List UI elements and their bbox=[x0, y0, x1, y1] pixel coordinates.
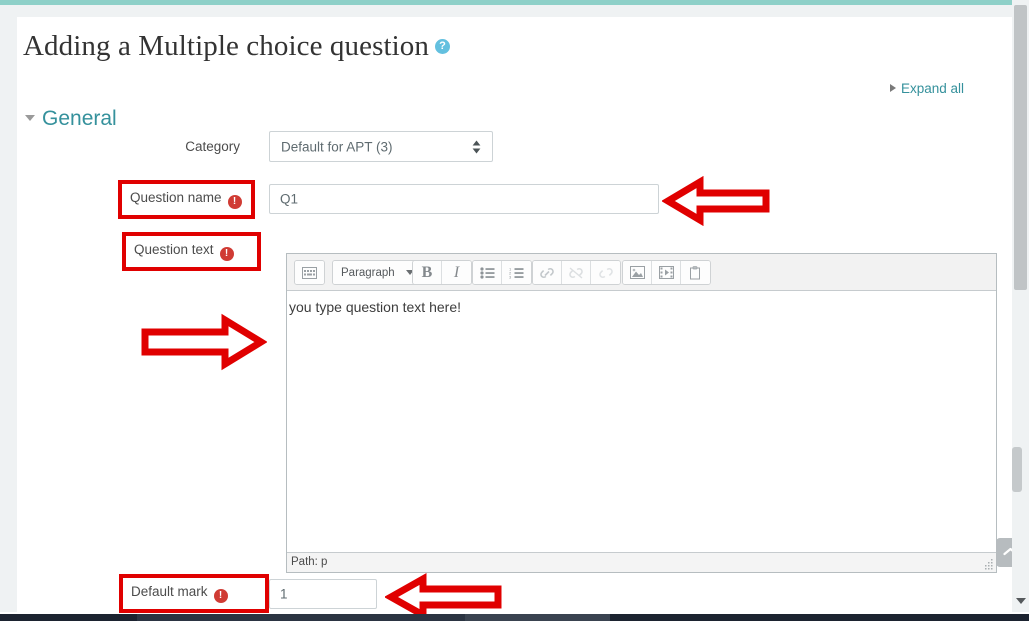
toolbar-group-media bbox=[622, 260, 711, 285]
paste-icon[interactable] bbox=[681, 261, 710, 284]
auto-link-icon bbox=[591, 261, 620, 284]
red-arrow-right-question-text bbox=[141, 313, 267, 371]
question-name-label-text: Question name bbox=[130, 190, 222, 205]
bullet-list-icon[interactable] bbox=[473, 261, 502, 284]
question-text-editor[interactable]: Paragraph B I 1 2 3 you type question te… bbox=[286, 253, 997, 573]
question-text-body[interactable]: you type question text here! bbox=[287, 291, 996, 552]
italic-icon[interactable]: I bbox=[442, 261, 471, 284]
taskbar-segment-1 bbox=[137, 614, 465, 621]
toolbar-group-links bbox=[532, 260, 621, 285]
question-name-value: Q1 bbox=[280, 191, 299, 207]
expand-all-link[interactable]: Expand all bbox=[889, 81, 964, 96]
category-label: Category bbox=[185, 139, 240, 154]
page-title: Adding a Multiple choice question? bbox=[23, 30, 451, 63]
expand-all-label: Expand all bbox=[900, 81, 964, 96]
question-name-input[interactable]: Q1 bbox=[269, 184, 659, 214]
default-mark-label-text: Default mark bbox=[131, 584, 208, 599]
section-header-label: General bbox=[42, 107, 117, 130]
default-mark-input[interactable]: 1 bbox=[269, 579, 377, 609]
page-title-text: Adding a Multiple choice question bbox=[23, 30, 430, 62]
toolbar-group-lists: 1 2 3 bbox=[472, 260, 532, 285]
numbered-list-icon[interactable]: 1 2 3 bbox=[502, 261, 531, 284]
editor-status-bar: Path: p bbox=[287, 552, 996, 572]
editor-resize-handle[interactable] bbox=[983, 559, 994, 570]
unlink-icon bbox=[562, 261, 591, 284]
toolbar-group-format: Paragraph bbox=[332, 260, 422, 285]
link-icon[interactable] bbox=[533, 261, 562, 284]
default-mark-value: 1 bbox=[280, 586, 288, 602]
red-arrow-left-question-name bbox=[662, 176, 770, 226]
paragraph-format-label: Paragraph bbox=[341, 266, 395, 279]
default-mark-label: Default mark! bbox=[131, 584, 261, 603]
screenshot-root: Adding a Multiple choice question? Expan… bbox=[0, 0, 1029, 621]
required-exclamation-icon[interactable]: ! bbox=[227, 195, 242, 209]
question-text-label-text: Question text bbox=[134, 242, 214, 257]
required-exclamation-icon[interactable]: ! bbox=[219, 247, 234, 261]
category-select-value: Default for APT (3) bbox=[281, 139, 393, 154]
media-icon[interactable] bbox=[652, 261, 681, 284]
toolbar-group-style: B I bbox=[412, 260, 472, 285]
required-exclamation-icon[interactable]: ! bbox=[213, 589, 228, 603]
image-icon[interactable] bbox=[623, 261, 652, 284]
section-header-general[interactable]: General bbox=[25, 107, 117, 131]
taskbar-segment-2 bbox=[465, 614, 610, 621]
scrollbar-thumb[interactable] bbox=[1014, 5, 1027, 290]
chevron-right-icon bbox=[889, 84, 896, 92]
top-gap-strip bbox=[0, 5, 1029, 17]
select-spinner-icon bbox=[472, 140, 481, 153]
question-name-label: Question name! bbox=[130, 190, 245, 209]
question-text-label: Question text! bbox=[134, 242, 254, 261]
scroll-down-arrow-icon[interactable] bbox=[1016, 598, 1026, 604]
category-select[interactable]: Default for APT (3) bbox=[269, 131, 493, 162]
toolbar-group-expand bbox=[294, 260, 325, 285]
scrollbar-thumb-secondary[interactable] bbox=[1012, 447, 1022, 492]
chevron-down-icon bbox=[25, 115, 35, 121]
editor-path-label: Path: p bbox=[291, 556, 328, 568]
svg-text:3: 3 bbox=[509, 274, 512, 278]
vertical-scrollbar[interactable] bbox=[1012, 0, 1029, 612]
help-circle-icon[interactable]: ? bbox=[435, 39, 451, 54]
editor-toolbar: Paragraph B I 1 2 3 bbox=[287, 254, 996, 291]
bottom-taskbar bbox=[0, 614, 1029, 621]
bold-icon[interactable]: B bbox=[413, 261, 442, 284]
page-canvas: Adding a Multiple choice question? Expan… bbox=[17, 17, 1025, 621]
expand-toolbar-icon[interactable] bbox=[295, 261, 324, 284]
paragraph-format-select[interactable]: Paragraph bbox=[333, 261, 421, 284]
question-text-content: you type question text here! bbox=[289, 299, 461, 315]
page-left-strip bbox=[0, 17, 17, 612]
